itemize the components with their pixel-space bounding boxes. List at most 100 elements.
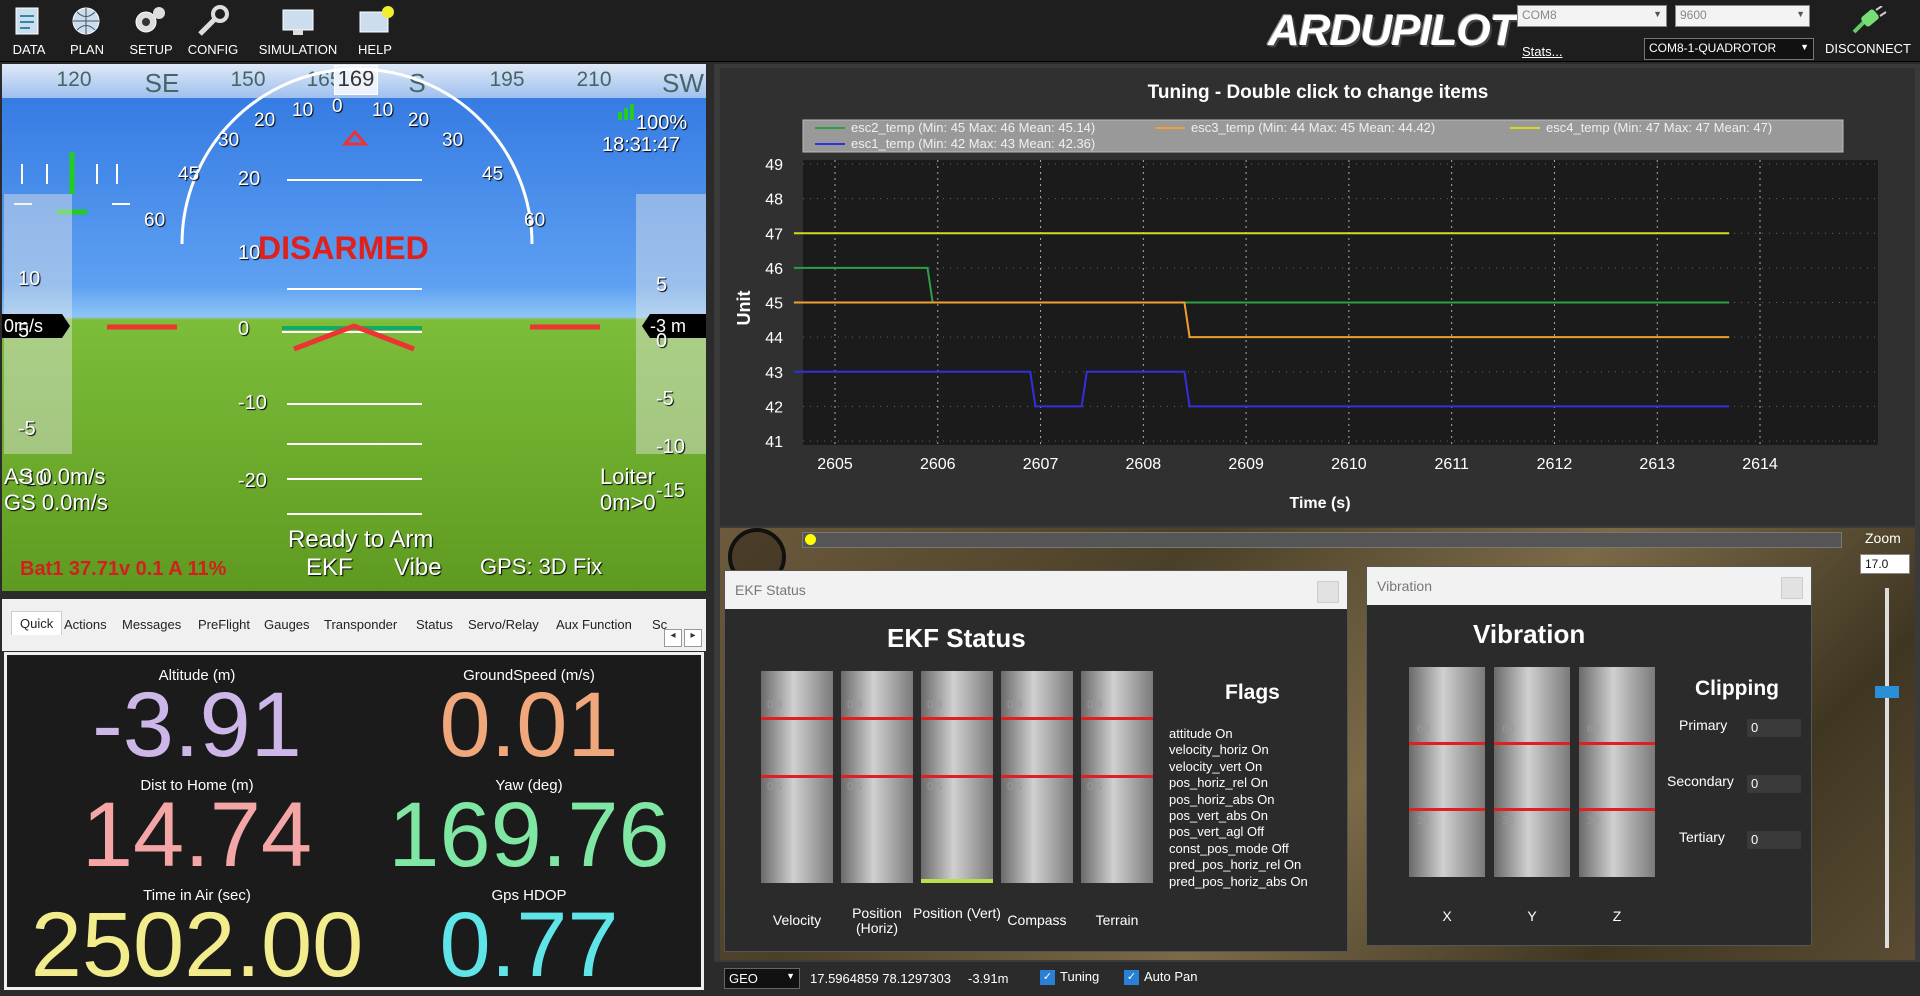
port-select[interactable]: COM8 ▼ (1517, 5, 1667, 27)
threshold-line (1409, 808, 1485, 811)
quick-panel[interactable]: Altitude (m) -3.91 GroundSpeed (m/s) 0.01 Di… (4, 652, 704, 996)
tab-servorelay[interactable]: Servo/Relay (468, 617, 539, 632)
roll-scale-label: 10 (292, 100, 314, 121)
quick-value: 2502.00 (30, 894, 364, 996)
y-tick-label: 41 (765, 434, 783, 451)
vibration-axis-label: X (1442, 908, 1452, 924)
ekf-bar: 0.8 0.5 (761, 671, 833, 883)
tab-status[interactable]: Status (416, 617, 453, 632)
zoom-slider[interactable] (1885, 588, 1889, 948)
chevron-down-icon: ▼ (786, 971, 795, 981)
tab-quick[interactable]: Quick (11, 611, 63, 635)
tab-transponder[interactable]: Transponder (324, 617, 397, 632)
tab-auxfunction[interactable]: Aux Function (556, 617, 632, 632)
roll-scale-label: 45 (482, 164, 504, 185)
quick-value: 0.77 (439, 894, 619, 996)
y-tick-label: 43 (765, 365, 783, 382)
map-progress-bar[interactable] (802, 532, 1842, 548)
altitude-tape-label: -10 (656, 436, 685, 458)
close-button[interactable] (1781, 577, 1803, 599)
x-tick-label: 2614 (1742, 456, 1778, 473)
tab-actions[interactable]: Actions (64, 617, 107, 632)
ekf-bar-label: Velocity (772, 912, 822, 928)
threshold-line (1081, 717, 1153, 720)
altitude-tape-label: 5 (656, 274, 668, 296)
clipping-label: Secondary (1667, 773, 1734, 789)
x-tick-label: 2605 (817, 456, 853, 473)
airspeed-text: AS 0.0m/s (4, 464, 106, 489)
ekf-flag: pos_vert_abs On (1169, 808, 1269, 823)
threshold-label: 0.5 (927, 781, 943, 793)
flags-title: Flags (1225, 681, 1280, 704)
tab-messages[interactable]: Messages (122, 617, 181, 632)
ekf-flag: pred_pos_horiz_rel On (1169, 857, 1302, 873)
stats-link[interactable]: Stats... (1522, 44, 1562, 59)
y-tick-label: 42 (765, 399, 783, 416)
toolbar-label: SETUP (129, 42, 173, 57)
coord-type-select[interactable]: GEO ▼ (724, 968, 800, 989)
roll-scale-label: 0 (332, 96, 343, 117)
home-distance: 0m>0 (600, 490, 656, 515)
x-tick-label: 2613 (1639, 456, 1675, 473)
threshold-line (761, 717, 833, 720)
toolbar-data-button[interactable]: DATA (0, 4, 58, 57)
roll-scale-label: 45 (178, 164, 200, 185)
tab-scroll-left[interactable]: ◂ (664, 629, 682, 647)
tab-gauges[interactable]: Gauges (264, 617, 310, 632)
baud-select[interactable]: 9600 ▼ (1675, 5, 1810, 27)
flight-mode: Loiter (600, 464, 656, 489)
map-status-bar: GEO ▼ 17.5964859 78.1297303 -3.91m ✓ Tuni… (714, 962, 1920, 995)
threshold-line (921, 775, 993, 778)
close-button[interactable] (1317, 581, 1339, 603)
ekf-bar: 0.8 0.5 (921, 671, 993, 883)
toolbar-help-button[interactable]: HELP (346, 4, 404, 57)
x-tick-label: 2607 (1023, 456, 1059, 473)
altitude-text: -3.91m (968, 971, 1009, 986)
quick-value: -3.91 (92, 674, 302, 776)
y-tick-label: 46 (765, 261, 783, 278)
threshold-label: 30 (1587, 815, 1600, 827)
pitch-scale-label: -20 (238, 470, 267, 492)
pitch-scale-label: 20 (238, 168, 261, 190)
vehicle-select[interactable]: COM8-1-QUADROTOR ▼ (1644, 38, 1814, 60)
autopan-checkbox[interactable]: ✓ (1124, 970, 1139, 985)
main-toolbar: DATA PLAN SETUP CONFIG SIMULATION HELP ARDUPI… (0, 0, 1920, 62)
flight-data-tabs: Quick Actions Messages PreFlight Gauges Trans… (2, 599, 706, 651)
gears-icon (135, 7, 165, 33)
legend-entry: esc1_temp (Min: 42 Max: 43 Mean: 42.36) (851, 136, 1095, 151)
vibration-bar: 60 30 (1579, 667, 1655, 877)
clipping-value: 0 (1747, 719, 1801, 737)
toolbar-simulation-button[interactable]: SIMULATION (250, 4, 346, 57)
vibration-window-titlebar: Vibration (1367, 567, 1811, 605)
armed-status: DISARMED (258, 230, 429, 266)
x-tick-label: 2609 (1228, 456, 1264, 473)
zoom-input[interactable]: 17.0 (1860, 554, 1910, 574)
threshold-line (1579, 742, 1655, 745)
tuning-chart: Tuning - Double click to change items Ti… (734, 82, 1878, 512)
zoom-slider-thumb[interactable] (1875, 686, 1899, 698)
vibe-indicator[interactable]: Vibe (394, 554, 442, 582)
threshold-line (1494, 808, 1570, 811)
roll-scale-label: 20 (408, 110, 430, 131)
playback-marker[interactable] (805, 534, 816, 545)
threshold-label: 30 (1417, 815, 1430, 827)
toolbar-setup-button[interactable]: SETUP (122, 4, 180, 57)
tab-scroll-right[interactable]: ▸ (684, 629, 702, 647)
toolbar-config-button[interactable]: CONFIG (184, 4, 242, 57)
chevron-down-icon: ▼ (1800, 42, 1809, 52)
hud-display[interactable]: 120 SE 150 165 S 195 210 SW 169 0m/s -3 m 10 5 -5… (2, 64, 706, 591)
threshold-line (1001, 717, 1073, 720)
pitch-scale-label: 0 (238, 318, 250, 340)
ekf-flag: const_pos_mode Off (1169, 840, 1289, 856)
toolbar-plan-button[interactable]: PLAN (58, 4, 116, 57)
threshold-label: 60 (1417, 723, 1430, 735)
threshold-label: 0.8 (927, 699, 943, 711)
coord-type-value: GEO (729, 971, 758, 986)
tab-preflight[interactable]: PreFlight (198, 617, 250, 632)
vibration-title: Vibration (1473, 619, 1586, 649)
disconnect-button[interactable]: DISCONNECT (1822, 5, 1914, 56)
tuning-graph[interactable]: Tuning - Double click to change items Ti… (720, 68, 1915, 526)
clock-time: 18:31:47 (602, 134, 680, 156)
tuning-checkbox[interactable]: ✓ (1040, 970, 1055, 985)
ekf-indicator[interactable]: EKF (306, 554, 353, 582)
